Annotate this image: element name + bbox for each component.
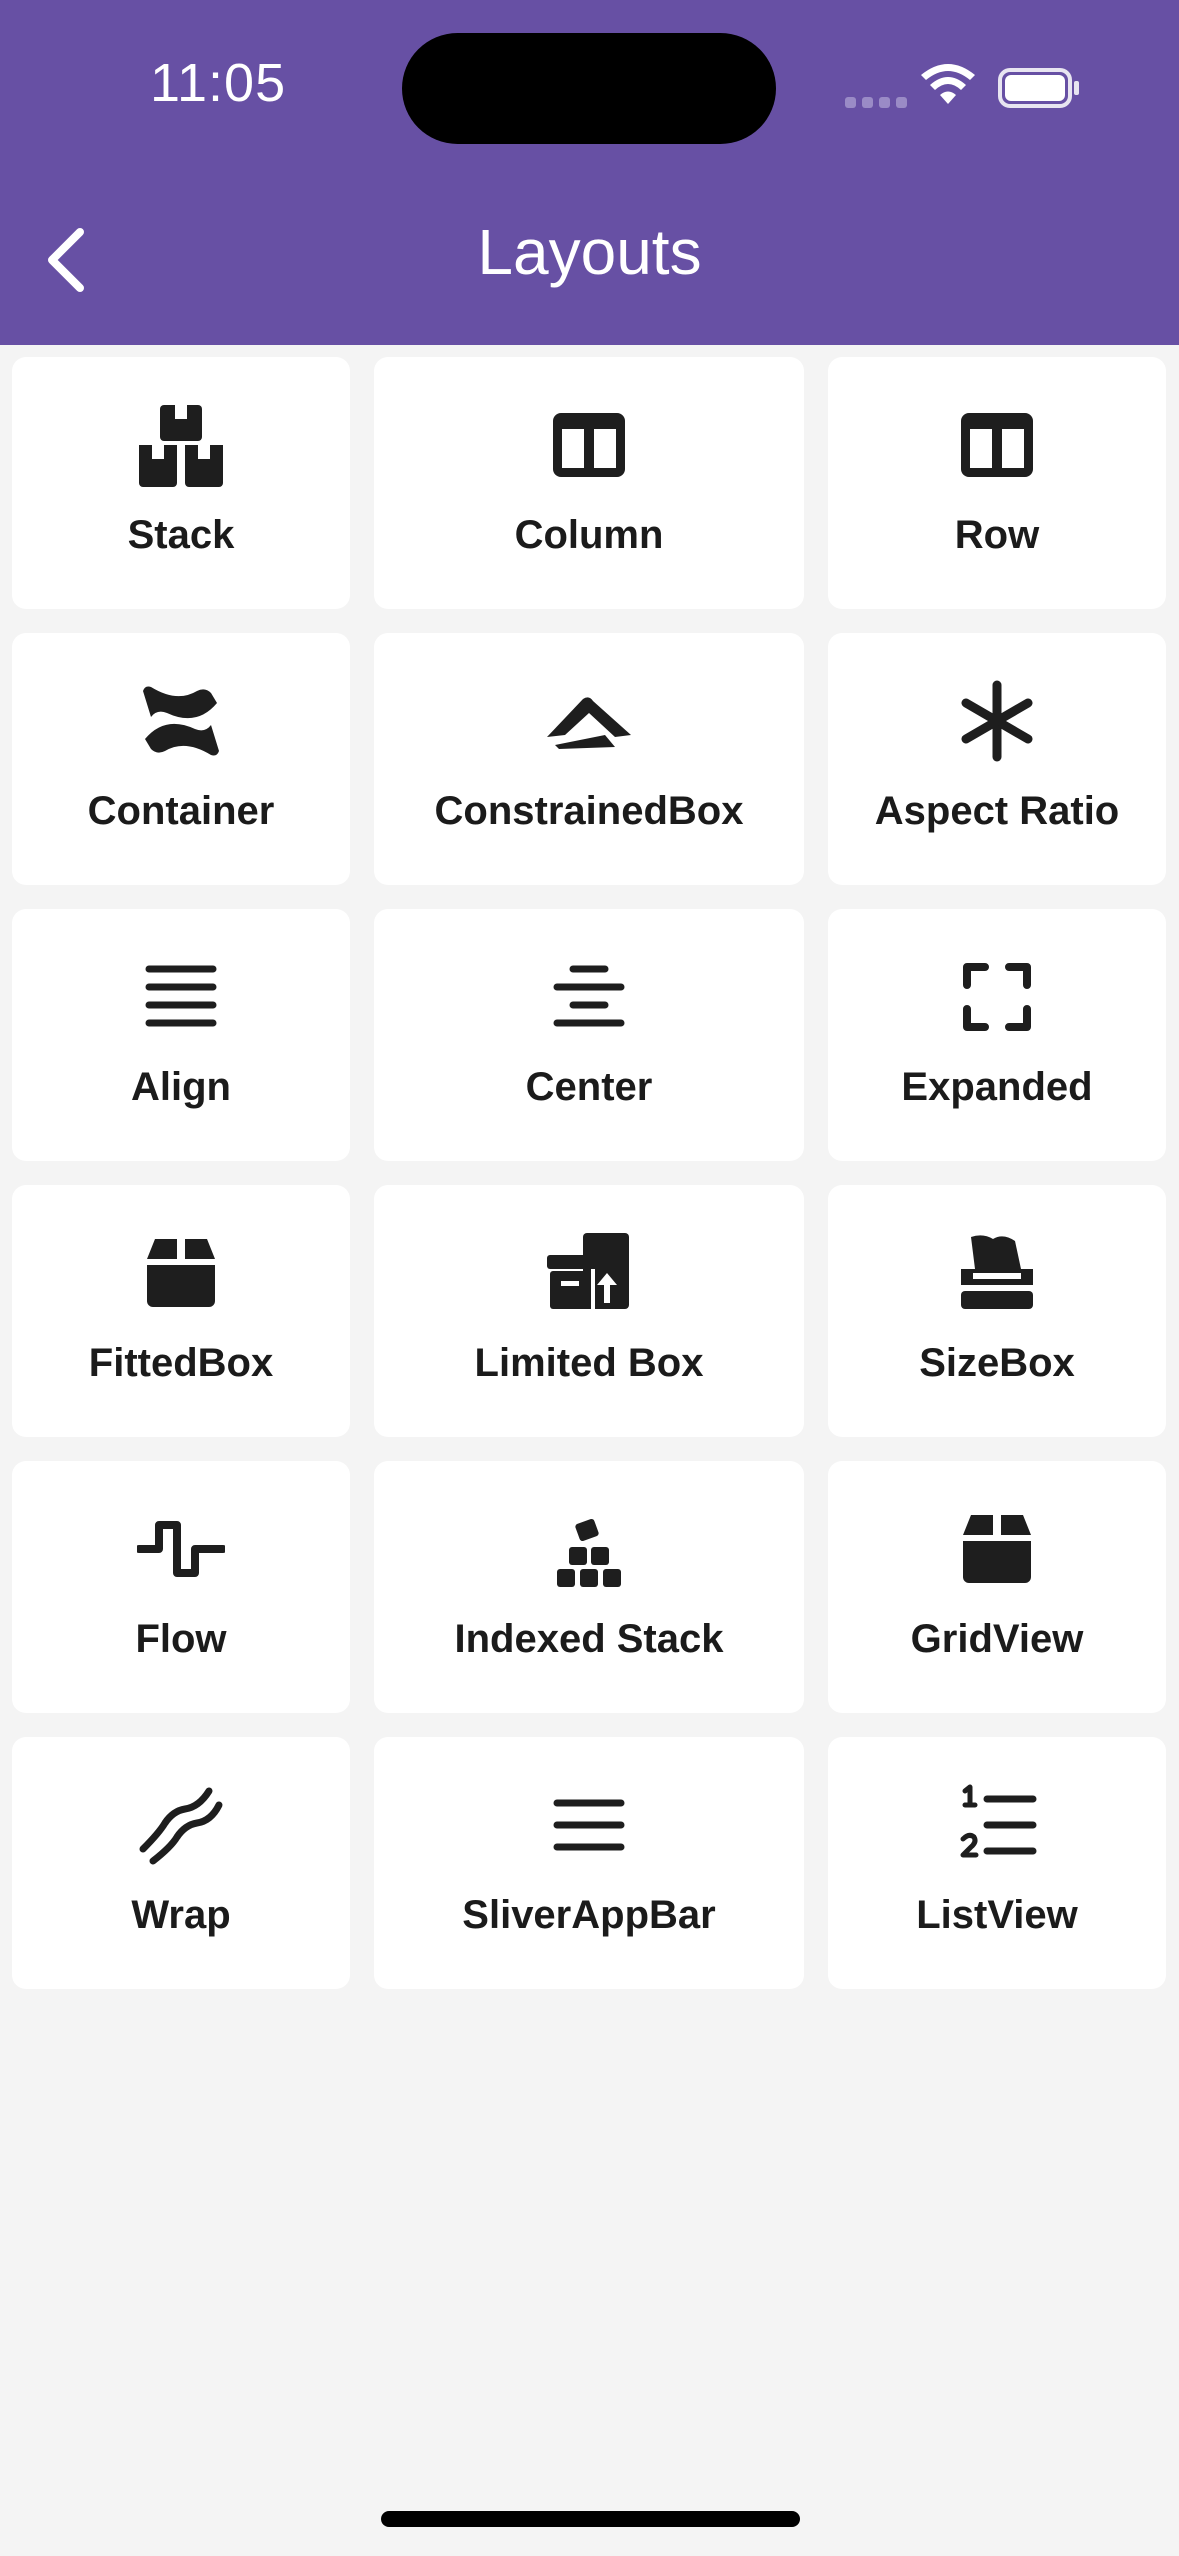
list-ol-icon xyxy=(953,1781,1041,1869)
tile-indexed-stack[interactable]: Indexed Stack xyxy=(374,1461,804,1713)
align-justify-icon xyxy=(137,953,225,1041)
tile-center[interactable]: Center xyxy=(374,909,804,1161)
align-center-icon xyxy=(545,953,633,1041)
tile-label: Column xyxy=(514,513,664,557)
tile-label: SliverAppBar xyxy=(462,1893,716,1937)
tile-label: FittedBox xyxy=(88,1341,274,1385)
boxes-stacked-icon xyxy=(137,401,225,489)
tile-wrap[interactable]: Wrap xyxy=(12,1737,350,1989)
cellular-signal-icon xyxy=(845,95,913,113)
tile-column[interactable]: Column xyxy=(374,357,804,609)
tile-container[interactable]: Container xyxy=(12,633,350,885)
tile-label: Flow xyxy=(135,1617,227,1661)
tile-label: Stack xyxy=(127,513,235,557)
app-bar: 11:05 Layouts xyxy=(0,0,1179,345)
asterisk-icon xyxy=(953,677,1041,765)
battery-icon xyxy=(998,68,1082,113)
wifi-icon xyxy=(920,64,976,113)
wave-square-icon xyxy=(137,1505,225,1593)
tile-label: GridView xyxy=(910,1617,1084,1661)
box-icon xyxy=(137,1229,225,1317)
tile-expanded[interactable]: Expanded xyxy=(828,909,1166,1161)
columns-icon xyxy=(545,401,633,489)
arrow-logo-icon xyxy=(545,677,633,765)
tile-label: Indexed Stack xyxy=(454,1617,724,1661)
tile-constrainedbox[interactable]: ConstrainedBox xyxy=(374,633,804,885)
tile-label: SizeBox xyxy=(919,1341,1075,1385)
tile-limited-box[interactable]: Limited Box xyxy=(374,1185,804,1437)
tile-flow[interactable]: Flow xyxy=(12,1461,350,1713)
confluence-icon xyxy=(137,677,225,765)
box-tissue-icon xyxy=(953,1229,1041,1317)
tile-label: ListView xyxy=(916,1893,1078,1937)
expand-icon xyxy=(953,953,1041,1041)
status-time: 11:05 xyxy=(150,53,287,113)
bars-icon xyxy=(545,1781,633,1869)
tile-sliverappbar[interactable]: SliverAppBar xyxy=(374,1737,804,1989)
tile-sizebox[interactable]: SizeBox xyxy=(828,1185,1166,1437)
tile-row[interactable]: Row xyxy=(828,357,1166,609)
tile-label: Expanded xyxy=(901,1065,1093,1109)
dynamic-island xyxy=(402,33,776,144)
tile-label: ConstrainedBox xyxy=(434,789,744,833)
tile-stack[interactable]: Stack xyxy=(12,357,350,609)
box-icon xyxy=(953,1505,1041,1593)
tile-label: Limited Box xyxy=(474,1341,704,1385)
layouts-grid: Stack Column Row Container ConstrainedBo… xyxy=(12,357,1167,1989)
home-indicator xyxy=(381,2511,800,2527)
boxes-packing-icon xyxy=(545,1229,633,1317)
tile-label: Align xyxy=(131,1065,231,1109)
page-title: Layouts xyxy=(477,216,702,288)
tile-label: Row xyxy=(954,513,1040,557)
tile-fittedbox[interactable]: FittedBox xyxy=(12,1185,350,1437)
tile-label: Aspect Ratio xyxy=(874,789,1120,833)
tile-label: Center xyxy=(525,1065,653,1109)
columns-icon xyxy=(953,401,1041,489)
tile-label: Wrap xyxy=(131,1893,231,1937)
cubes-stacked-icon xyxy=(545,1505,633,1593)
bacon-icon xyxy=(137,1781,225,1869)
tile-align[interactable]: Align xyxy=(12,909,350,1161)
tile-label: Container xyxy=(87,789,275,833)
tile-gridview[interactable]: GridView xyxy=(828,1461,1166,1713)
tile-listview[interactable]: ListView xyxy=(828,1737,1166,1989)
tile-aspect-ratio[interactable]: Aspect Ratio xyxy=(828,633,1166,885)
